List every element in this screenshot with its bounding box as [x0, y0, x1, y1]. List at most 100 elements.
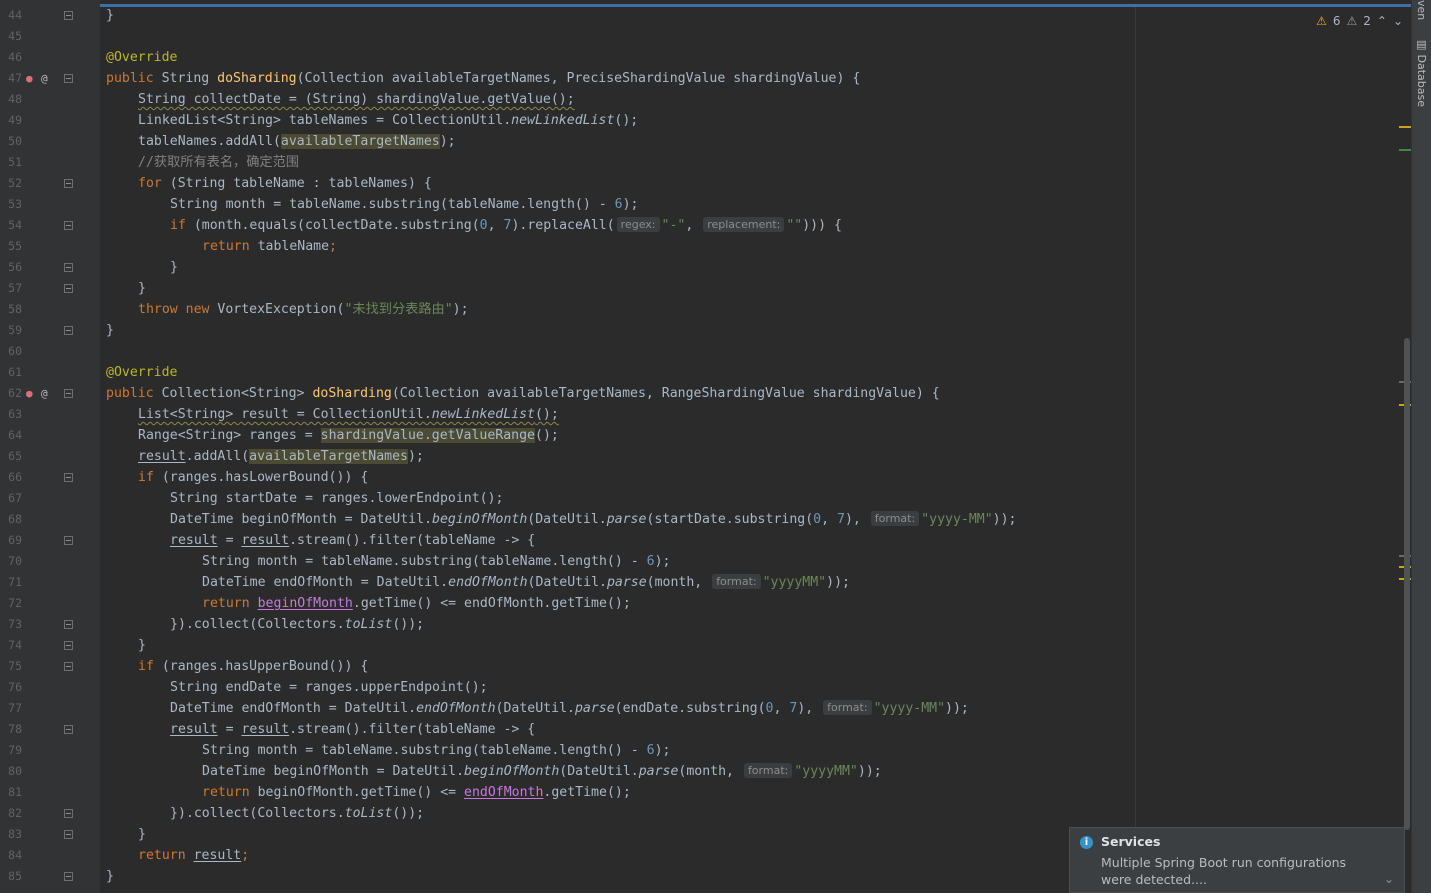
- line-number: 74: [8, 638, 22, 652]
- next-highlight-icon[interactable]: ⌄: [1393, 14, 1403, 28]
- code-line-48[interactable]: String collectDate = (String) shardingVa…: [138, 89, 575, 110]
- code-line-73[interactable]: }).collect(Collectors.toList());: [170, 614, 424, 635]
- database-icon: ▤: [1415, 38, 1428, 51]
- fold-marker-icon[interactable]: [64, 641, 73, 650]
- line-number: 48: [8, 92, 22, 106]
- right-tool-window-bar: ven ▤ Database: [1411, 0, 1431, 893]
- code-line-78[interactable]: result = result.stream().filter(tableNam…: [170, 719, 535, 740]
- code-line-82[interactable]: }).collect(Collectors.toList());: [170, 803, 424, 824]
- line-number: 79: [8, 743, 22, 757]
- database-label: Database: [1415, 54, 1428, 108]
- code-line-80[interactable]: DateTime beginOfMonth = DateUtil.beginOf…: [202, 761, 882, 782]
- fold-marker-icon[interactable]: [64, 725, 73, 734]
- code-line-51[interactable]: //获取所有表名，确定范围: [138, 152, 299, 173]
- code-line-62[interactable]: public Collection<String> doSharding(Col…: [106, 383, 940, 404]
- fold-marker-icon[interactable]: [64, 389, 73, 398]
- fold-marker-icon[interactable]: [64, 284, 73, 293]
- services-notification[interactable]: i Services Multiple Spring Boot run conf…: [1069, 827, 1405, 893]
- code-line-84[interactable]: return result;: [138, 845, 249, 866]
- code-line-63[interactable]: List<String> result = CollectionUtil.new…: [138, 404, 559, 425]
- previous-highlight-icon[interactable]: ⌃: [1377, 14, 1387, 28]
- fold-marker-icon[interactable]: [64, 263, 73, 272]
- code-line-53[interactable]: String month = tableName.substring(table…: [170, 194, 638, 215]
- code-line-50[interactable]: tableNames.addAll(availableTargetNames);: [138, 131, 456, 152]
- fold-marker-icon[interactable]: [64, 620, 73, 629]
- code-line-74[interactable]: }: [138, 635, 146, 656]
- line-number: 46: [8, 50, 22, 64]
- code-line-68[interactable]: DateTime beginOfMonth = DateUtil.beginOf…: [170, 509, 1016, 530]
- code-line-79[interactable]: String month = tableName.substring(table…: [202, 740, 670, 761]
- code-line-55[interactable]: return tableName;: [202, 236, 337, 257]
- vertical-scrollbar-thumb[interactable]: [1404, 338, 1410, 830]
- code-line-81[interactable]: return beginOfMonth.getTime() <= endOfMo…: [202, 782, 631, 803]
- inspection-widget[interactable]: ⚠ 6 ⚠ 2 ⌃ ⌄: [1316, 13, 1403, 29]
- warning-stripe-mark[interactable]: [1399, 126, 1411, 128]
- fold-marker-icon[interactable]: [64, 326, 73, 335]
- change-stripe-mark[interactable]: [1399, 149, 1411, 151]
- code-line-67[interactable]: String startDate = ranges.lowerEndpoint(…: [170, 488, 503, 509]
- overrides-method-icon[interactable]: ●: [26, 383, 33, 404]
- overrides-method-icon[interactable]: ●: [26, 68, 33, 89]
- fold-marker-icon[interactable]: [64, 872, 73, 881]
- code-line-72[interactable]: return beginOfMonth.getTime() <= endOfMo…: [202, 593, 631, 614]
- annotation-marker-icon[interactable]: @: [41, 68, 48, 89]
- editor-gutter[interactable]: 44 45 46 47 48 49 50 51 52 53 54 55 56 5…: [0, 0, 100, 893]
- line-number: 75: [8, 659, 22, 673]
- right-margin-guide: [1135, 7, 1136, 893]
- line-number: 45: [8, 29, 22, 43]
- fold-marker-icon[interactable]: [64, 473, 73, 482]
- line-number: 73: [8, 617, 22, 631]
- line-number: 81: [8, 785, 22, 799]
- code-line-64[interactable]: Range<String> ranges = shardingValue.get…: [138, 425, 559, 446]
- line-number: 80: [8, 764, 22, 778]
- code-line-56[interactable]: }: [170, 257, 178, 278]
- parameter-hint: format:: [870, 511, 920, 526]
- code-line-77[interactable]: DateTime endOfMonth = DateUtil.endOfMont…: [170, 698, 969, 719]
- line-number: 70: [8, 554, 22, 568]
- code-line-70[interactable]: String month = tableName.substring(table…: [202, 551, 670, 572]
- code-line-66[interactable]: if (ranges.hasLowerBound()) {: [138, 467, 368, 488]
- line-number: 63: [8, 407, 22, 421]
- fold-marker-icon[interactable]: [64, 221, 73, 230]
- code-line-61[interactable]: @Override: [106, 362, 177, 383]
- parameter-hint: replacement:: [703, 217, 785, 232]
- line-number: 67: [8, 491, 22, 505]
- fold-marker-icon[interactable]: [64, 536, 73, 545]
- code-editor[interactable]: } @Override public String doSharding(Col…: [100, 0, 1411, 893]
- line-number: 61: [8, 365, 22, 379]
- code-line-47[interactable]: public String doSharding(Collection avai…: [106, 68, 860, 89]
- fold-marker-icon[interactable]: [64, 74, 73, 83]
- line-number: 56: [8, 260, 22, 274]
- code-line-59[interactable]: }: [106, 320, 114, 341]
- code-line-83[interactable]: }: [138, 824, 146, 845]
- fold-marker-icon[interactable]: [64, 11, 73, 20]
- chevron-down-icon[interactable]: ⌄: [1384, 872, 1394, 886]
- parameter-hint: format:: [712, 574, 761, 589]
- code-line-44[interactable]: }: [106, 5, 114, 26]
- tool-window-label[interactable]: ven: [1415, 0, 1428, 20]
- fold-marker-icon[interactable]: [64, 830, 73, 839]
- annotation-marker-icon[interactable]: @: [41, 383, 48, 404]
- code-line-75[interactable]: if (ranges.hasUpperBound()) {: [138, 656, 368, 677]
- code-line-49[interactable]: LinkedList<String> tableNames = Collecti…: [138, 110, 638, 131]
- code-line-52[interactable]: for (String tableName : tableNames) {: [138, 173, 432, 194]
- line-number: 71: [8, 575, 22, 589]
- line-number: 47: [8, 71, 22, 85]
- line-number: 54: [8, 218, 22, 232]
- code-line-85[interactable]: }: [106, 866, 114, 887]
- fold-marker-icon[interactable]: [64, 809, 73, 818]
- fold-marker-icon[interactable]: [64, 662, 73, 671]
- code-line-58[interactable]: throw new VortexException("未找到分表路由");: [138, 299, 469, 320]
- code-line-69[interactable]: result = result.stream().filter(tableNam…: [170, 530, 535, 551]
- code-line-76[interactable]: String endDate = ranges.upperEndpoint();: [170, 677, 488, 698]
- fold-marker-icon[interactable]: [64, 179, 73, 188]
- line-number: 78: [8, 722, 22, 736]
- code-line-57[interactable]: }: [138, 278, 146, 299]
- warning-count: 6: [1332, 14, 1341, 28]
- database-tool-window-button[interactable]: ▤ Database: [1415, 38, 1428, 107]
- line-number: 49: [8, 113, 22, 127]
- code-line-65[interactable]: result.addAll(availableTargetNames);: [138, 446, 424, 467]
- code-line-71[interactable]: DateTime endOfMonth = DateUtil.endOfMont…: [202, 572, 850, 593]
- code-line-54[interactable]: if (month.equals(collectDate.substring(0…: [170, 215, 842, 236]
- code-line-46[interactable]: @Override: [106, 47, 177, 68]
